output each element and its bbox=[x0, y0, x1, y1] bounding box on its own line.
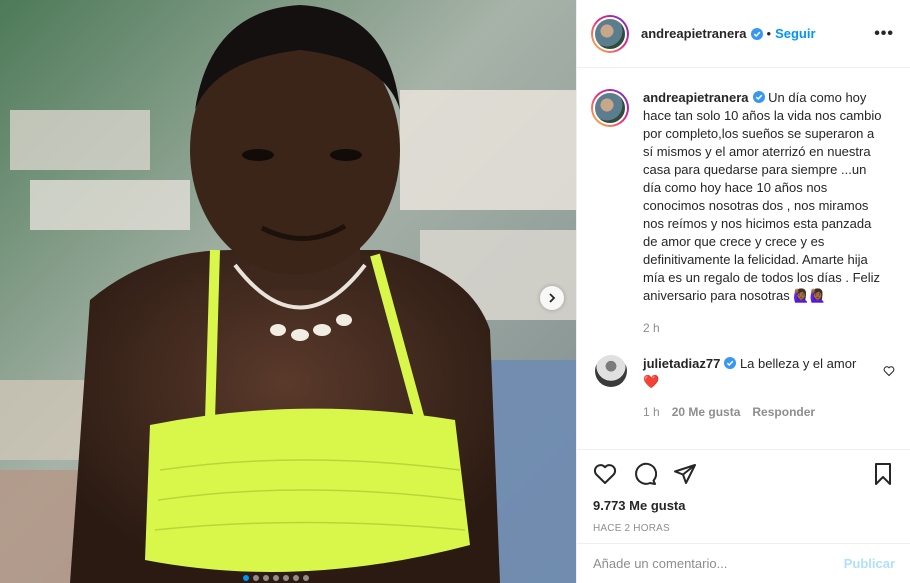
post-photo bbox=[0, 0, 576, 583]
post-timestamp[interactable]: HACE 2 HORAS bbox=[593, 523, 895, 534]
post-sidebar: andreapietranera • Seguir ••• andreapiet… bbox=[576, 0, 910, 583]
carousel-dot bbox=[293, 575, 299, 581]
more-options-icon[interactable]: ••• bbox=[874, 25, 894, 43]
carousel-dot bbox=[253, 575, 259, 581]
carousel-indicator bbox=[243, 575, 309, 581]
comments-section: andreapietranera Un día como hoy hace ta… bbox=[577, 69, 910, 449]
carousel-next-button[interactable] bbox=[540, 286, 564, 310]
follow-button[interactable]: Seguir bbox=[775, 26, 815, 41]
likes-count[interactable]: 9.773 Me gusta bbox=[593, 498, 895, 513]
commenter-avatar[interactable] bbox=[595, 355, 627, 387]
verified-badge-icon bbox=[750, 27, 763, 40]
caption-time[interactable]: 2 h bbox=[643, 319, 885, 337]
post-header: andreapietranera • Seguir ••• bbox=[577, 0, 910, 68]
post-media[interactable] bbox=[0, 0, 576, 583]
heart-icon[interactable] bbox=[593, 462, 617, 486]
comment-icon[interactable] bbox=[633, 462, 657, 486]
comment-like-heart-icon[interactable] bbox=[883, 365, 895, 377]
add-comment-bar: Publicar bbox=[577, 543, 910, 583]
comment-time[interactable]: 1 h bbox=[643, 403, 660, 421]
publish-button[interactable]: Publicar bbox=[844, 556, 895, 571]
comment-likes[interactable]: 20 Me gusta bbox=[672, 403, 741, 421]
carousel-dot bbox=[283, 575, 289, 581]
post-caption: andreapietranera Un día como hoy hace ta… bbox=[591, 89, 895, 337]
author-username[interactable]: andreapietranera bbox=[641, 26, 747, 41]
share-icon[interactable] bbox=[673, 462, 697, 486]
carousel-dot bbox=[243, 575, 249, 581]
verified-badge-icon bbox=[724, 357, 737, 369]
comment-input[interactable] bbox=[593, 556, 844, 571]
carousel-dot bbox=[263, 575, 269, 581]
chevron-right-icon bbox=[549, 293, 556, 303]
carousel-dot bbox=[303, 575, 309, 581]
post-actions: 9.773 Me gusta HACE 2 HORAS bbox=[577, 449, 910, 534]
caption-username[interactable]: andreapietranera bbox=[643, 90, 749, 105]
caption-text: Un día como hoy hace tan solo 10 años la… bbox=[643, 90, 882, 303]
verified-badge-icon bbox=[752, 91, 765, 103]
caption-avatar[interactable] bbox=[591, 89, 629, 127]
bookmark-icon[interactable] bbox=[871, 462, 895, 486]
separator-dot: • bbox=[766, 26, 772, 41]
commenter-username[interactable]: julietadiaz77 bbox=[643, 356, 720, 371]
author-avatar[interactable] bbox=[591, 14, 629, 53]
reply-button[interactable]: Responder bbox=[752, 403, 815, 421]
carousel-dot bbox=[273, 575, 279, 581]
comment-item: julietadiaz77 La belleza y el amor ❤️ 1 … bbox=[591, 355, 895, 421]
